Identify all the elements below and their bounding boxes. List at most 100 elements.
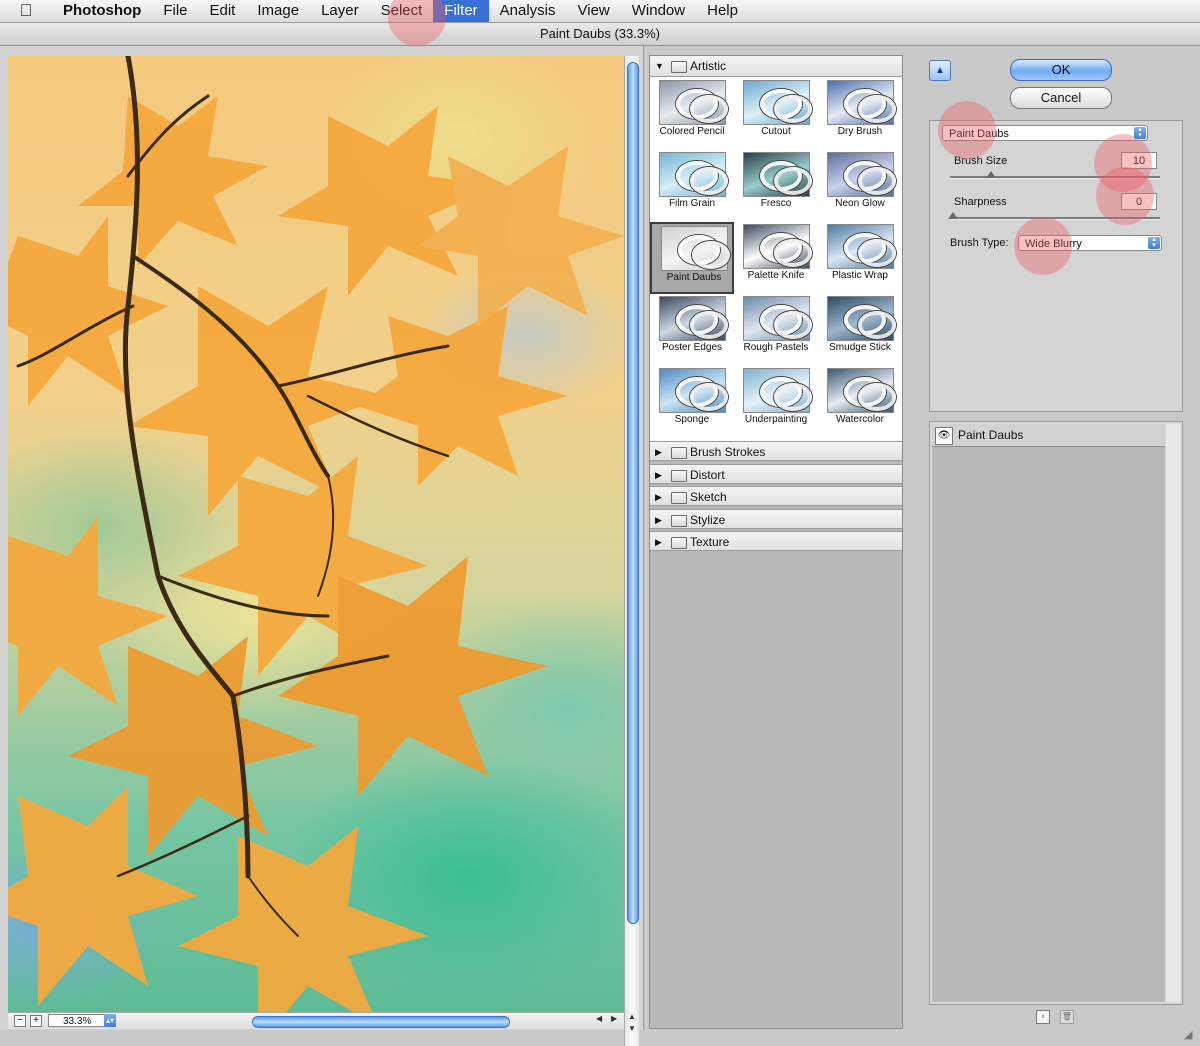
horizontal-scroll-thumb[interactable] bbox=[252, 1016, 510, 1028]
filter-thumb-label: Sponge bbox=[674, 414, 710, 425]
disclosure-closed-icon[interactable]: ▶ bbox=[655, 510, 662, 530]
collapse-gallery-button[interactable]: ▲ bbox=[929, 60, 951, 81]
filter-thumb-label: Watercolor bbox=[836, 414, 884, 425]
delete-effect-layer-icon[interactable]: 🗑 bbox=[1060, 1010, 1074, 1024]
filter-preview-image bbox=[659, 296, 728, 341]
layers-scrollbar[interactable] bbox=[1166, 424, 1180, 1002]
filter-select[interactable]: Paint Daubs ▴ ▾ bbox=[942, 125, 1148, 141]
category-label: Distort bbox=[690, 467, 725, 482]
brush-size-label: Brush Size bbox=[954, 155, 1008, 167]
category-stylize[interactable]: ▶ Stylize bbox=[650, 508, 902, 530]
filter-thumb-poster-edges[interactable]: Poster Edges bbox=[650, 294, 734, 366]
category-sketch[interactable]: ▶ Sketch bbox=[650, 486, 902, 506]
ring-shape bbox=[858, 95, 896, 123]
disclosure-open-icon[interactable]: ▼ bbox=[655, 56, 664, 76]
filter-preview-image bbox=[827, 224, 896, 269]
menu-select[interactable]: Select bbox=[370, 0, 434, 22]
folder-icon bbox=[671, 469, 687, 482]
filter-thumb-neon-glow[interactable]: Neon Glow bbox=[818, 150, 902, 222]
brush-type-label: Brush Type: bbox=[950, 237, 1009, 249]
preview-vertical-scrollbar[interactable]: ▲ ▼ bbox=[624, 56, 639, 1046]
menu-image[interactable]: Image bbox=[246, 0, 310, 22]
cancel-button[interactable]: Cancel bbox=[1010, 87, 1112, 109]
ok-button[interactable]: OK bbox=[1010, 59, 1112, 81]
filter-thumb-label: Colored Pencil bbox=[659, 126, 725, 137]
zoom-in-button[interactable]: + bbox=[30, 1015, 42, 1027]
category-texture[interactable]: ▶ Texture bbox=[650, 531, 902, 551]
folder-icon bbox=[671, 447, 687, 459]
brush-type-select[interactable]: Wide Blurry ▴ ▾ bbox=[1018, 235, 1162, 251]
filter-thumb-watercolor[interactable]: Watercolor bbox=[818, 366, 902, 438]
filter-preview-image bbox=[659, 368, 728, 413]
ring-shape bbox=[774, 95, 812, 123]
filter-thumb-label: Smudge Stick bbox=[829, 342, 891, 353]
category-brush-strokes[interactable]: ▶ Brush Strokes bbox=[650, 441, 902, 461]
category-label: Texture bbox=[690, 535, 730, 549]
filter-thumb-dry-brush[interactable]: Dry Brush bbox=[818, 78, 902, 150]
menu-photoshop[interactable]: Photoshop bbox=[52, 0, 152, 22]
filter-thumb-underpainting[interactable]: Underpainting bbox=[734, 366, 818, 438]
filter-thumb-plastic-wrap[interactable]: Plastic Wrap bbox=[818, 222, 902, 294]
apple-logo-icon[interactable]:  bbox=[0, 1, 52, 21]
brush-size-slider[interactable] bbox=[950, 176, 1160, 179]
filter-thumb-colored-pencil[interactable]: Colored Pencil bbox=[650, 78, 734, 150]
category-label: Sketch bbox=[690, 490, 727, 504]
filter-thumb-label: Film Grain bbox=[668, 198, 716, 209]
filter-thumb-label: Underpainting bbox=[744, 414, 808, 425]
filter-thumb-paint-daubs[interactable]: Paint Daubs bbox=[650, 222, 734, 294]
disclosure-closed-icon[interactable]: ▶ bbox=[655, 442, 662, 462]
filter-thumb-palette-knife[interactable]: Palette Knife bbox=[734, 222, 818, 294]
filter-thumb-smudge-stick[interactable]: Smudge Stick bbox=[818, 294, 902, 366]
ring-shape bbox=[774, 239, 812, 267]
category-distort[interactable]: ▶ Distort bbox=[650, 463, 902, 485]
brush-size-slider-knob[interactable] bbox=[986, 171, 996, 178]
menu-view[interactable]: View bbox=[567, 0, 621, 22]
menu-help[interactable]: Help bbox=[696, 0, 749, 22]
visibility-eye-icon[interactable]: 👁 bbox=[935, 427, 953, 445]
filter-thumb-film-grain[interactable]: Film Grain bbox=[650, 150, 734, 222]
scroll-up-arrow-icon[interactable]: ▲ bbox=[625, 1011, 639, 1023]
select-stepper-icon: ▴ ▾ bbox=[1148, 236, 1160, 249]
ring-shape bbox=[858, 311, 896, 339]
scroll-down-arrow-icon[interactable]: ▼ bbox=[625, 1023, 639, 1035]
filter-thumb-label: Neon Glow bbox=[835, 198, 885, 209]
vertical-scroll-thumb[interactable] bbox=[627, 62, 639, 924]
disclosure-closed-icon[interactable]: ▶ bbox=[655, 487, 662, 507]
filter-preview-image bbox=[743, 368, 812, 413]
ring-shape bbox=[858, 167, 896, 195]
filter-thumb-label: Cutout bbox=[761, 126, 791, 137]
new-effect-layer-icon[interactable]: ▫ bbox=[1036, 1010, 1050, 1024]
sharpness-slider[interactable] bbox=[950, 217, 1160, 220]
filter-preview-image bbox=[827, 152, 896, 197]
preview-bottom-bar: − + 33.3% ▴▾ ◀ ▶ bbox=[8, 1012, 624, 1029]
filter-thumb-rough-pastels[interactable]: Rough Pastels bbox=[734, 294, 818, 366]
scroll-right-arrow-icon[interactable]: ▶ bbox=[611, 1014, 617, 1023]
brush-size-field[interactable]: 10 bbox=[1121, 152, 1157, 169]
sharpness-field[interactable]: 0 bbox=[1121, 193, 1157, 210]
zoom-stepper-icon[interactable]: ▴▾ bbox=[104, 1014, 116, 1027]
filter-thumb-fresco[interactable]: Fresco bbox=[734, 150, 818, 222]
menu-edit[interactable]: Edit bbox=[199, 0, 247, 22]
folder-icon bbox=[671, 514, 687, 527]
filter-thumb-sponge[interactable]: Sponge bbox=[650, 366, 734, 438]
filter-thumb-cutout[interactable]: Cutout bbox=[734, 78, 818, 150]
category-header-artistic[interactable]: ▼ Artistic bbox=[650, 56, 902, 77]
sharpness-slider-knob[interactable] bbox=[948, 212, 958, 219]
menu-filter[interactable]: Filter bbox=[433, 0, 489, 22]
effect-layer-row[interactable]: 👁 Paint Daubs bbox=[932, 424, 1165, 447]
disclosure-closed-icon[interactable]: ▶ bbox=[655, 465, 662, 485]
category-label: Artistic bbox=[690, 59, 726, 73]
disclosure-closed-icon[interactable]: ▶ bbox=[655, 532, 662, 552]
preview-image[interactable] bbox=[8, 56, 624, 1012]
filter-thumb-label: Poster Edges bbox=[661, 342, 723, 353]
scroll-left-arrow-icon[interactable]: ◀ bbox=[596, 1014, 602, 1023]
ring-shape bbox=[690, 167, 728, 195]
resize-grip-icon[interactable]: ◢ bbox=[1184, 1028, 1196, 1041]
filter-settings-panel: Paint Daubs ▴ ▾ Brush Size 10 Sharpness 0… bbox=[929, 120, 1183, 412]
filter-thumb-label: Palette Knife bbox=[747, 270, 805, 281]
menu-file[interactable]: File bbox=[152, 0, 198, 22]
menu-window[interactable]: Window bbox=[621, 0, 696, 22]
zoom-out-button[interactable]: − bbox=[14, 1015, 26, 1027]
menu-analysis[interactable]: Analysis bbox=[489, 0, 567, 22]
menu-layer[interactable]: Layer bbox=[310, 0, 370, 22]
